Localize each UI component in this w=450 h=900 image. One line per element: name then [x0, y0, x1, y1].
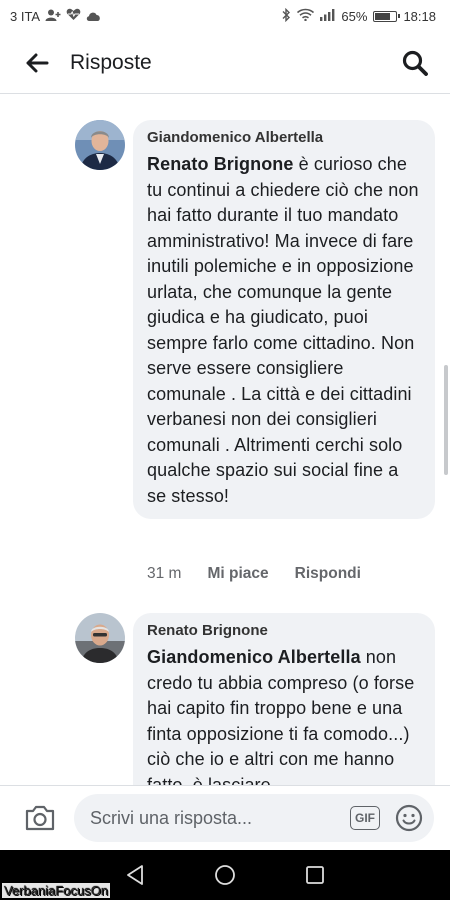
home-circle-icon [215, 865, 235, 885]
mention-link[interactable]: Giandomenico Albertella [147, 647, 361, 667]
avatar[interactable] [75, 120, 125, 170]
replies-thread[interactable]: Giandomenico Albertella Renato Brignone … [0, 95, 450, 785]
nav-back-button[interactable] [115, 855, 155, 895]
back-triangle-icon [127, 865, 143, 885]
comment-text: Giandomenico Albertella non credo tu abb… [147, 645, 421, 785]
smiley-icon [395, 804, 423, 832]
nav-recents-button[interactable] [295, 855, 335, 895]
status-bar: 3 ITA 65% 18:18 [0, 0, 450, 32]
cloud-icon [86, 9, 101, 24]
reply-composer: GIF [0, 785, 450, 850]
comment-actions: 31 m Mi piace Rispondi [147, 565, 361, 583]
back-button[interactable] [20, 46, 54, 80]
reply-input[interactable] [90, 807, 350, 829]
comment-body: è curioso che tu continui a chiedere ciò… [147, 154, 419, 506]
camera-icon [25, 805, 55, 831]
bluetooth-icon [282, 7, 291, 25]
person-add-icon [45, 9, 61, 24]
comment-author[interactable]: Giandomenico Albertella [147, 128, 421, 148]
wifi-icon [297, 8, 315, 24]
reply-box: GIF [74, 794, 434, 842]
arrow-left-icon [26, 53, 49, 72]
mention-link[interactable]: Renato Brignone [147, 154, 294, 174]
emoji-button[interactable] [394, 803, 424, 833]
status-right: 65% 18:18 [282, 7, 436, 25]
comment-time: 31 m [147, 565, 182, 582]
battery-fill [375, 12, 390, 20]
comment-bubble: Giandomenico Albertella Renato Brignone … [133, 120, 435, 519]
carrier-label: 3 ITA [10, 8, 41, 24]
scrollbar[interactable] [444, 365, 448, 475]
like-button[interactable]: Mi piace [207, 565, 268, 583]
gif-button[interactable]: GIF [350, 806, 380, 830]
search-button[interactable] [398, 46, 432, 80]
nav-home-button[interactable] [205, 855, 245, 895]
watermark: VerbaniaFocusOn [2, 883, 111, 898]
battery-percent: 65% [341, 8, 368, 24]
status-left: 3 ITA [10, 8, 101, 24]
battery-icon [373, 10, 401, 22]
comment-author[interactable]: Renato Brignone [147, 621, 421, 641]
recents-square-icon [306, 866, 324, 884]
avatar[interactable] [75, 613, 125, 663]
heart-monitor-icon [66, 8, 81, 24]
search-icon [402, 50, 428, 76]
comment-bubble: Renato Brignone Giandomenico Albertella … [133, 613, 435, 785]
reply-button[interactable]: Rispondi [295, 565, 361, 583]
comment-body: non credo tu abbia compreso (o forse hai… [147, 647, 415, 785]
page-title: Risposte [70, 50, 152, 74]
comment-text: Renato Brignone è curioso che tu continu… [147, 152, 421, 509]
clock: 18:18 [403, 8, 436, 24]
app-header: Risposte [0, 32, 450, 94]
camera-button[interactable] [22, 800, 58, 836]
signal-icon [320, 8, 335, 24]
